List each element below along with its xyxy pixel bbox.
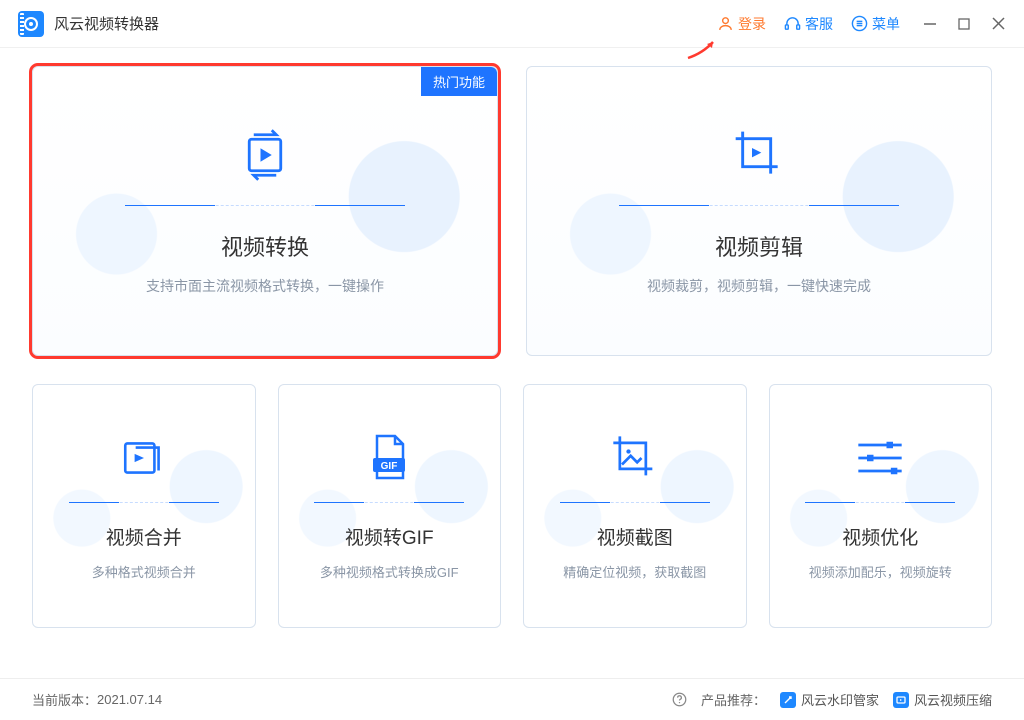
divider	[805, 502, 955, 503]
recommend-compress-link[interactable]: 风云视频压缩	[893, 690, 992, 709]
minimize-button[interactable]	[922, 16, 938, 32]
menu-button[interactable]: 菜单	[851, 14, 900, 34]
convert-icon	[237, 127, 293, 183]
card-title: 视频转换	[221, 230, 309, 262]
login-button[interactable]: 登录	[717, 14, 766, 34]
divider	[125, 205, 405, 206]
login-label: 登录	[738, 14, 766, 34]
compress-app-icon	[893, 692, 909, 708]
hot-badge: 热门功能	[421, 67, 497, 96]
version-value: 2021.07.14	[97, 692, 162, 707]
menu-label: 菜单	[872, 14, 900, 34]
card-desc: 视频添加配乐，视频旋转	[809, 562, 952, 581]
user-icon	[717, 15, 734, 32]
card-video-to-gif[interactable]: GIF 视频转GIF 多种视频格式转换成GIF	[278, 384, 502, 628]
card-title: 视频截图	[597, 523, 673, 550]
close-button[interactable]	[990, 16, 1006, 32]
window-controls	[922, 16, 1006, 32]
divider	[314, 502, 464, 503]
watermark-app-icon	[780, 692, 796, 708]
card-desc: 支持市面主流视频格式转换，一键操作	[146, 276, 384, 296]
card-video-merge[interactable]: 视频合并 多种格式视频合并	[32, 384, 256, 628]
minimize-icon	[923, 17, 937, 31]
service-label: 客服	[805, 14, 833, 34]
divider	[69, 502, 219, 503]
card-desc: 多种格式视频合并	[92, 562, 196, 581]
merge-icon	[118, 432, 170, 484]
recommend-label: 产品推荐：	[701, 690, 766, 709]
card-video-edit[interactable]: 视频剪辑 视频裁剪，视频剪辑，一键快速完成	[526, 66, 992, 356]
card-desc: 精确定位视频，获取截图	[563, 562, 706, 581]
card-title: 视频剪辑	[715, 230, 803, 262]
card-video-optimize[interactable]: 视频优化 视频添加配乐，视频旋转	[769, 384, 993, 628]
card-video-convert[interactable]: 热门功能 视频转换 支持市面主流视频格式转换，一键操作	[32, 66, 498, 356]
card-title: 视频优化	[842, 523, 918, 550]
card-desc: 多种视频格式转换成GIF	[320, 562, 459, 581]
maximize-icon	[958, 18, 970, 30]
crop-icon	[731, 127, 787, 183]
close-icon	[992, 17, 1005, 30]
card-title: 视频转GIF	[345, 523, 434, 550]
screenshot-icon	[609, 432, 661, 484]
status-bar: 当前版本： 2021.07.14 产品推荐： 风云水印管家 风云视频压缩	[0, 678, 1024, 720]
customer-service-button[interactable]: 客服	[784, 14, 833, 34]
recommend-label-text: 风云水印管家	[801, 690, 879, 709]
version-label: 当前版本：	[32, 690, 97, 709]
sliders-icon	[854, 432, 906, 484]
app-logo-icon	[18, 11, 44, 37]
main-content: 热门功能 视频转换 支持市面主流视频格式转换，一键操作	[0, 48, 1024, 636]
card-title: 视频合并	[106, 523, 182, 550]
recommend-label-text: 风云视频压缩	[914, 690, 992, 709]
help-icon[interactable]	[672, 692, 687, 707]
svg-text:GIF: GIF	[381, 461, 398, 472]
card-video-screenshot[interactable]: 视频截图 精确定位视频，获取截图	[523, 384, 747, 628]
maximize-button[interactable]	[956, 16, 972, 32]
app-title: 风云视频转换器	[54, 13, 159, 34]
recommend-watermark-link[interactable]: 风云水印管家	[780, 690, 879, 709]
gif-file-icon: GIF	[363, 432, 415, 484]
menu-list-icon	[851, 15, 868, 32]
card-desc: 视频裁剪，视频剪辑，一键快速完成	[647, 276, 871, 296]
titlebar: 风云视频转换器 登录 客服 菜单	[0, 0, 1024, 48]
headset-icon	[784, 15, 801, 32]
divider	[560, 502, 710, 503]
divider	[619, 205, 899, 206]
